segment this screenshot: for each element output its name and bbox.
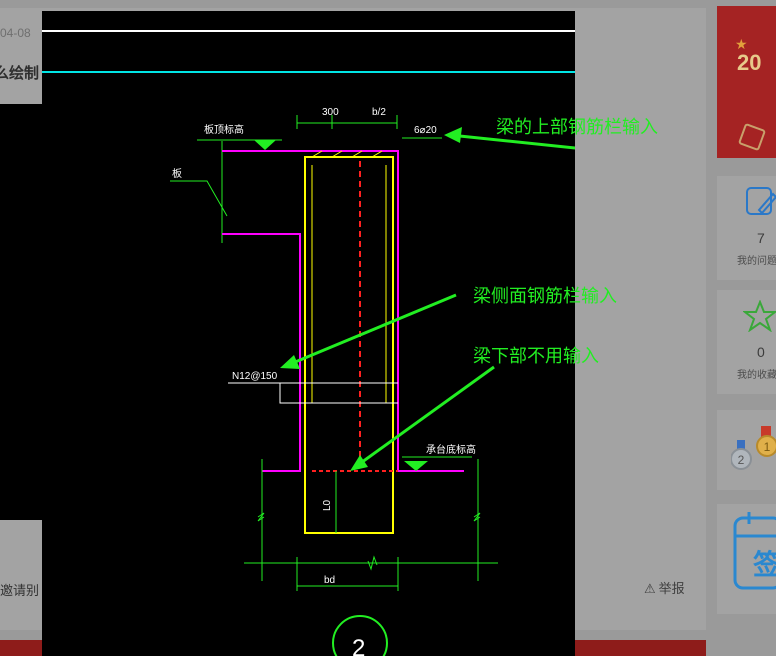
medal-icon: 2 1: [731, 426, 776, 470]
dim-width: 300: [322, 107, 339, 118]
star-outline-icon: [743, 300, 776, 332]
edit-icon: [746, 187, 776, 215]
arrow-side: [287, 293, 457, 367]
favorites-count: 0: [757, 344, 765, 360]
report-label: 举报: [658, 581, 685, 596]
beam-section-drawing: 300 b/2 板顶标高 6⌀20 板 N12@150 承台底标高 L0 bd …: [42, 30, 575, 656]
rebar-side: N12@150: [232, 371, 278, 382]
invite-link[interactable]: 邀请别: [0, 580, 39, 599]
sign-label: 签: [753, 548, 776, 580]
cad-drawing-viewer[interactable]: 300 b/2 板顶标高 6⌀20 板 N12@150 承台底标高 L0 bd …: [42, 11, 575, 656]
drawing-thumbnail[interactable]: [0, 104, 42, 520]
section-number: 2: [352, 635, 365, 656]
label-bottom-right: 承台底标高: [426, 443, 476, 456]
dim-top-right: b/2: [372, 107, 386, 118]
dim-bottom: bd: [324, 575, 335, 586]
my-favorites-card[interactable]: 0 我的收藏: [717, 290, 776, 394]
label-side-left: 板: [172, 167, 182, 180]
promo-banner[interactable]: ★ 20: [717, 6, 776, 158]
svg-text:1: 1: [764, 440, 771, 454]
my-questions-card[interactable]: 7 我的问题: [717, 176, 776, 280]
dim-depth: L0: [322, 499, 333, 511]
warning-icon: ⚠: [644, 581, 656, 596]
report-button[interactable]: ⚠ 举报: [644, 578, 685, 597]
questions-count: 7: [757, 230, 765, 246]
question-title[interactable]: 么绘制: [0, 62, 39, 83]
badge-icon: [737, 122, 767, 152]
annotation-top-rebar: 梁的上部钢筋栏输入: [496, 117, 658, 138]
banner-year: 20: [737, 50, 762, 75]
medals-card[interactable]: 2 1: [717, 410, 776, 490]
check-in-card[interactable]: 签: [717, 504, 776, 614]
svg-text:2: 2: [738, 453, 745, 467]
annotation-bottom-rebar: 梁下部不用输入: [473, 346, 599, 367]
annotation-side-rebar: 梁侧面钢筋栏输入: [473, 286, 617, 307]
favorites-label: 我的收藏: [737, 370, 776, 381]
rebar-top: 6⌀20: [414, 125, 437, 136]
label-top-left: 板顶标高: [204, 123, 244, 136]
post-date: 04-08: [0, 26, 31, 40]
calendar-icon: 签: [733, 512, 776, 590]
questions-label: 我的问题: [737, 256, 776, 267]
